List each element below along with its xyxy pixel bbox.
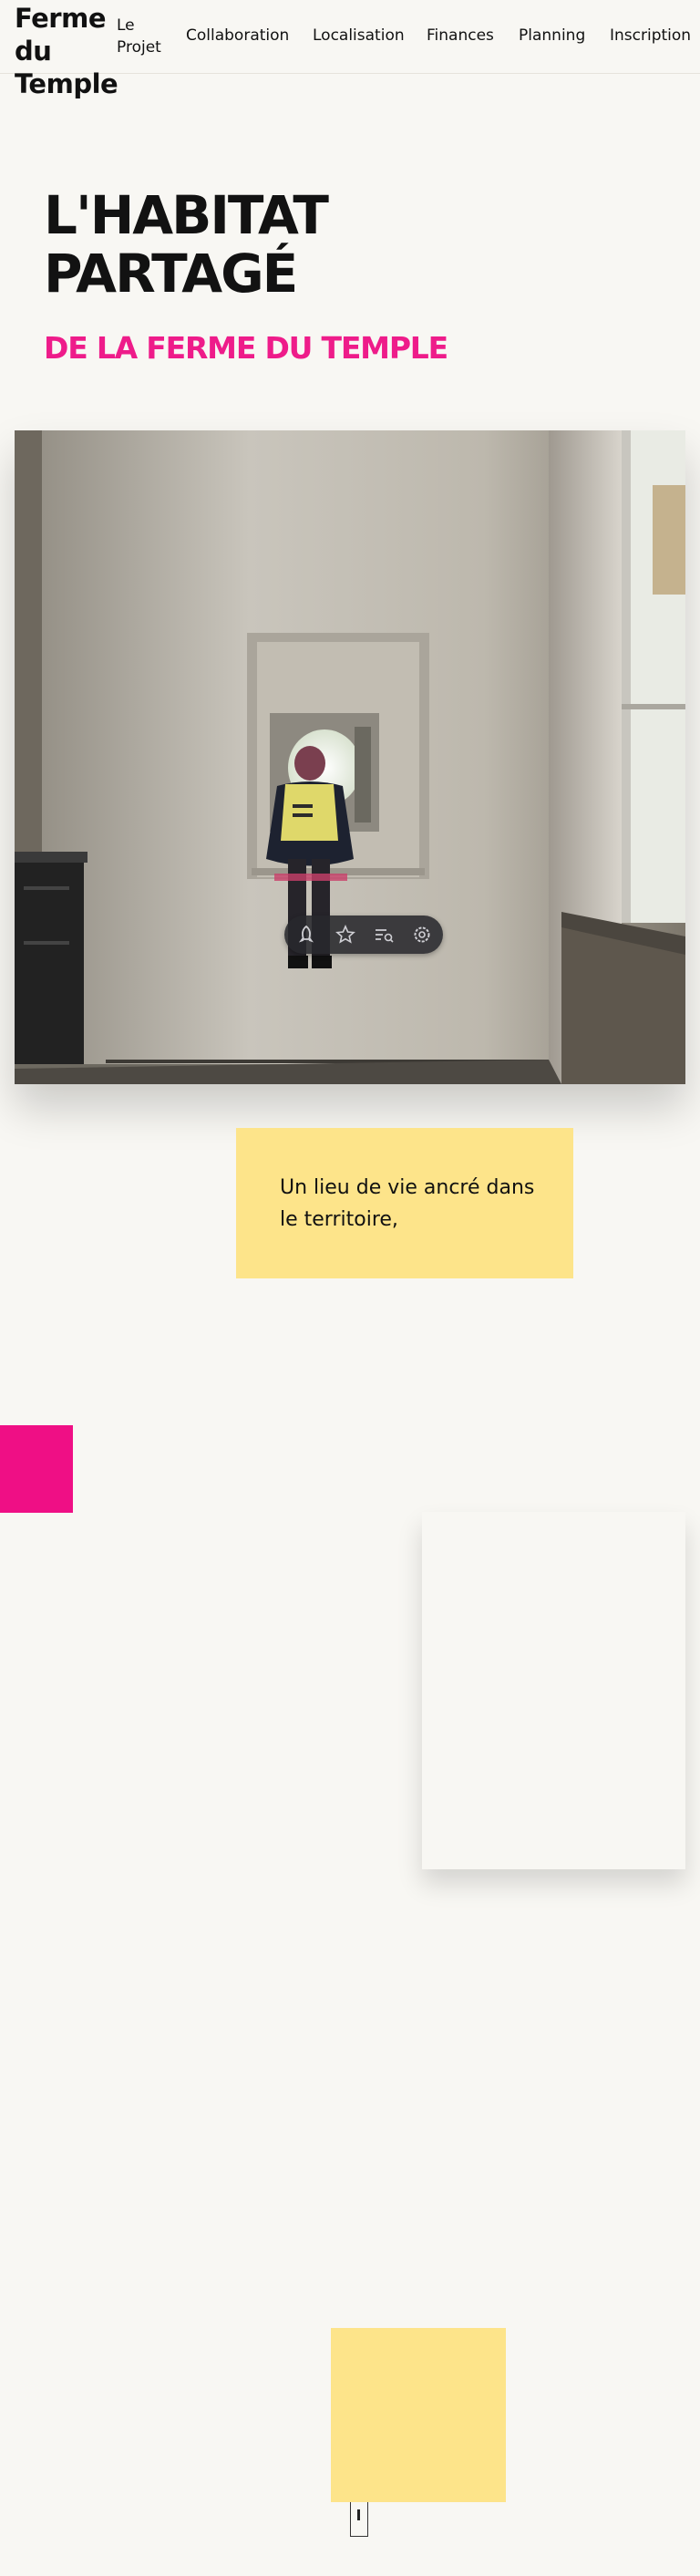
star-icon[interactable] (333, 922, 358, 947)
hero-photo (15, 430, 685, 1084)
intro-callout: Un lieu de vie ancré dans le territoire, (236, 1128, 573, 1278)
settings-icon[interactable] (409, 922, 435, 947)
nav-item-finances[interactable]: Finances (427, 25, 494, 47)
photo-toolbar (284, 916, 443, 954)
yellow-decorative-block (331, 2328, 506, 2502)
room-photo-illustration (15, 430, 685, 1084)
callout-text: Un lieu de vie ancré dans le territoire, (280, 1176, 535, 1231)
scroll-indicator-bar (357, 2509, 360, 2520)
search-list-icon[interactable] (371, 922, 396, 947)
nav-item-planning[interactable]: Planning (519, 25, 585, 47)
hero-subtitle: DE LA FERME DU TEMPLE (44, 330, 448, 366)
nav-item-localisation[interactable]: Localisation (313, 25, 405, 47)
nav-item-inscription[interactable]: Inscription (610, 25, 691, 47)
site-header: Ferme du Temple Le Projet Collaboration … (0, 0, 700, 99)
nav-item-collaboration[interactable]: Collaboration (186, 25, 289, 47)
main-nav: Le Projet Collaboration Localisation Fin… (0, 0, 700, 73)
pink-decorative-block (0, 1425, 73, 1513)
scroll-indicator[interactable] (350, 2502, 368, 2537)
rocket-icon[interactable] (293, 922, 319, 947)
hero-title: L'HABITAT PARTAGÉ (44, 184, 329, 305)
image-placeholder-card (422, 1512, 685, 1869)
nav-item-le-projet[interactable]: Le Projet (117, 15, 161, 58)
